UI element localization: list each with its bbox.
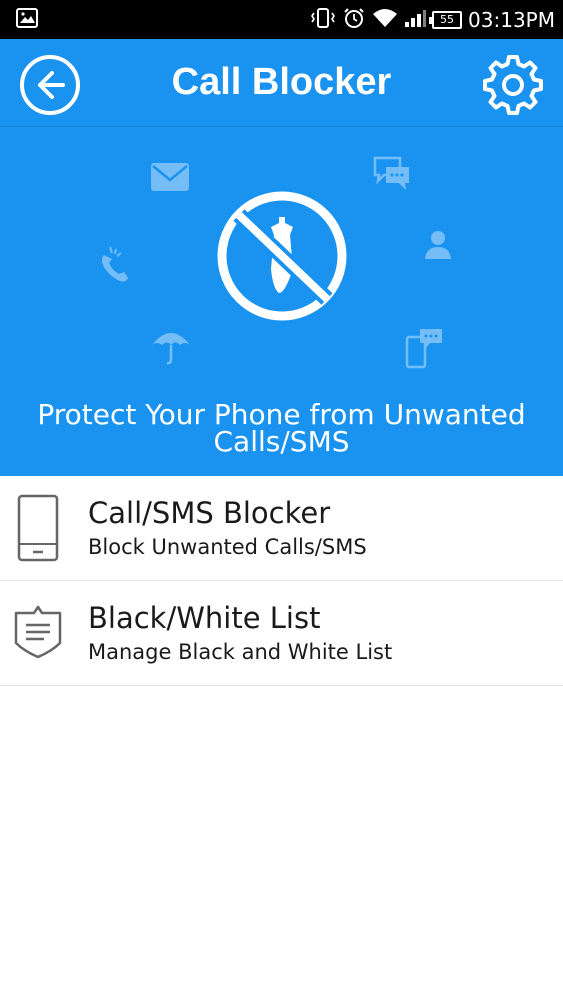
- hero-banner: Protect Your Phone from Unwanted Calls/S…: [0, 127, 563, 476]
- list-item-title: Call/SMS Blocker: [88, 496, 331, 530]
- envelope-icon: [150, 161, 190, 197]
- app-header: Call Blocker: [0, 39, 563, 127]
- alarm-icon: [336, 7, 366, 33]
- vibrate-icon: [304, 7, 336, 33]
- list-item-black-white-list[interactable]: Black/White List Manage Black and White …: [0, 581, 563, 686]
- umbrella-icon: [150, 325, 192, 371]
- phone-message-icon: [404, 327, 444, 373]
- signal-icon: [398, 8, 427, 32]
- feature-list: Call/SMS Blocker Block Unwanted Calls/SM…: [0, 476, 563, 686]
- list-item-subtitle: Manage Black and White List: [88, 640, 393, 664]
- status-bar: 55 03:13PM: [0, 0, 563, 39]
- contact-icon: [422, 227, 454, 265]
- phone-call-icon: [96, 245, 134, 289]
- list-item-subtitle: Block Unwanted Calls/SMS: [88, 535, 367, 559]
- list-item-title: Black/White List: [88, 601, 321, 635]
- clock: 03:13PM: [468, 8, 555, 32]
- shield-list-icon: [12, 599, 64, 667]
- phone-icon: [12, 494, 64, 562]
- battery-icon: 55: [429, 11, 463, 29]
- wifi-icon: [366, 8, 398, 32]
- gear-icon: [483, 55, 543, 115]
- chat-icon: [372, 155, 412, 197]
- block-icon: [215, 189, 349, 327]
- gallery-icon: [16, 8, 38, 32]
- list-item-call-sms-blocker[interactable]: Call/SMS Blocker Block Unwanted Calls/SM…: [0, 476, 563, 581]
- settings-button[interactable]: [481, 51, 545, 115]
- hero-tagline: Protect Your Phone from Unwanted Calls/S…: [37, 398, 526, 458]
- page-title: Call Blocker: [171, 61, 392, 103]
